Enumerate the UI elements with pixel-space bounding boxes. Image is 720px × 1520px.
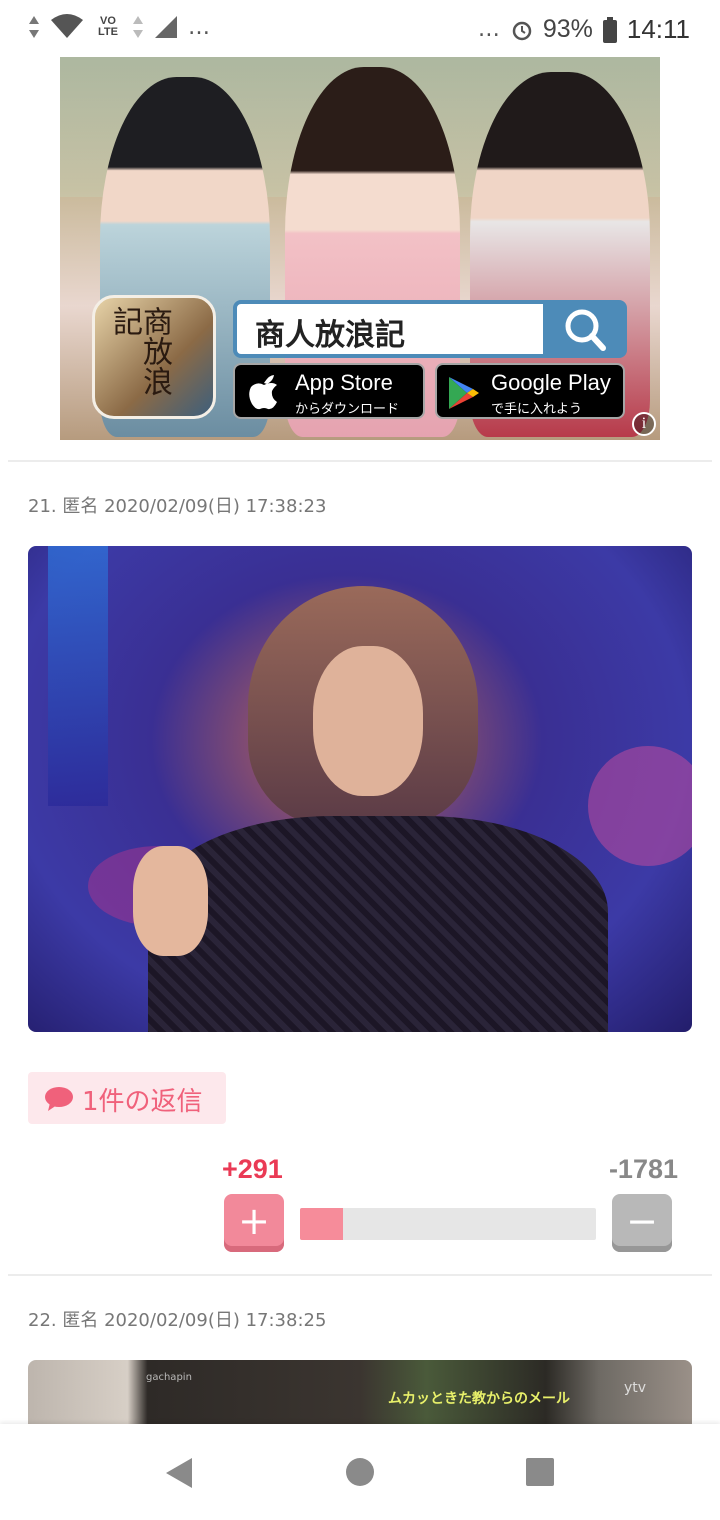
- google-play-sub: で手に入れよう: [491, 402, 583, 417]
- photo-caption: ムカッときた教からのメール: [388, 1391, 570, 1407]
- back-icon[interactable]: [164, 1456, 194, 1490]
- vote-ratio-bar: [300, 1208, 596, 1240]
- comment-photo[interactable]: [28, 546, 692, 1032]
- minus-vote-count: -1781: [608, 1154, 678, 1184]
- search-icon: [565, 309, 606, 351]
- status-right: … 93% 14:11: [478, 14, 690, 45]
- plus-vote-count: +291: [222, 1154, 283, 1184]
- cell-signal-icon: [155, 16, 177, 38]
- recent-apps-icon[interactable]: [526, 1458, 554, 1486]
- divider: [8, 460, 712, 462]
- plus-icon: +: [238, 1199, 270, 1243]
- svg-text:+: +: [238, 1199, 270, 1243]
- ad-banner[interactable]: 商放浪記 商人放浪記 App Store からダウンロード Google Pla…: [60, 57, 660, 440]
- apple-icon: [249, 375, 277, 410]
- volte-badge: VO LTE: [98, 15, 118, 38]
- minus-icon: −: [626, 1199, 658, 1243]
- notification-dots: …: [188, 14, 211, 40]
- stage-bokeh: [588, 746, 692, 866]
- ad-app-icon-text: 商放浪記: [107, 306, 172, 396]
- data-arrows-icon-2: [133, 16, 143, 38]
- app-store-sub: からダウンロード: [295, 402, 400, 417]
- ad-app-icon[interactable]: 商放浪記: [92, 295, 216, 419]
- google-play-icon: [449, 377, 479, 409]
- status-bar: VO LTE … … 93% 14:11: [0, 0, 720, 64]
- divider: [8, 1274, 712, 1276]
- reply-count-label: 1件の返信: [82, 1087, 203, 1117]
- battery-icon: [602, 16, 617, 43]
- app-store-main: App Store: [295, 370, 393, 395]
- ad-info-icon[interactable]: i: [632, 412, 656, 436]
- performer-hand: [133, 846, 208, 956]
- performer-outfit: [148, 816, 608, 1032]
- alarm-icon: [512, 21, 532, 40]
- tv-logo: ytv: [624, 1380, 647, 1396]
- stage-light: [48, 546, 108, 806]
- minus-vote-button[interactable]: −: [612, 1194, 672, 1252]
- battery-percent: 93%: [542, 15, 593, 43]
- data-arrows-icon: [29, 16, 39, 38]
- performer-face: [313, 646, 423, 796]
- reply-count-button[interactable]: 1件の返信: [28, 1072, 226, 1124]
- wifi-icon: [51, 14, 83, 38]
- speech-bubble-icon: [45, 1087, 73, 1111]
- home-icon[interactable]: [346, 1458, 374, 1486]
- google-play-badge[interactable]: Google Play で手に入れよう: [435, 363, 625, 419]
- clock-time: 14:11: [626, 14, 690, 44]
- photo-watermark: gachapin: [146, 1372, 192, 1383]
- comment-header: 21. 匿名 2020/02/09(日) 17:38:23: [28, 496, 327, 517]
- vote-ratio-fill: [300, 1208, 343, 1240]
- plus-vote-button[interactable]: +: [224, 1194, 284, 1252]
- comment-header: 22. 匿名 2020/02/09(日) 17:38:25: [28, 1310, 327, 1331]
- system-nav-bar: [0, 1424, 720, 1520]
- more-dots: …: [477, 17, 501, 42]
- status-left: VO LTE …: [28, 14, 211, 40]
- ad-search-box[interactable]: 商人放浪記: [233, 300, 547, 358]
- ad-search-button[interactable]: [545, 300, 627, 358]
- svg-text:−: −: [626, 1199, 658, 1243]
- app-store-badge[interactable]: App Store からダウンロード: [233, 363, 425, 419]
- ad-search-text: 商人放浪記: [255, 318, 405, 353]
- google-play-main: Google Play: [491, 370, 611, 395]
